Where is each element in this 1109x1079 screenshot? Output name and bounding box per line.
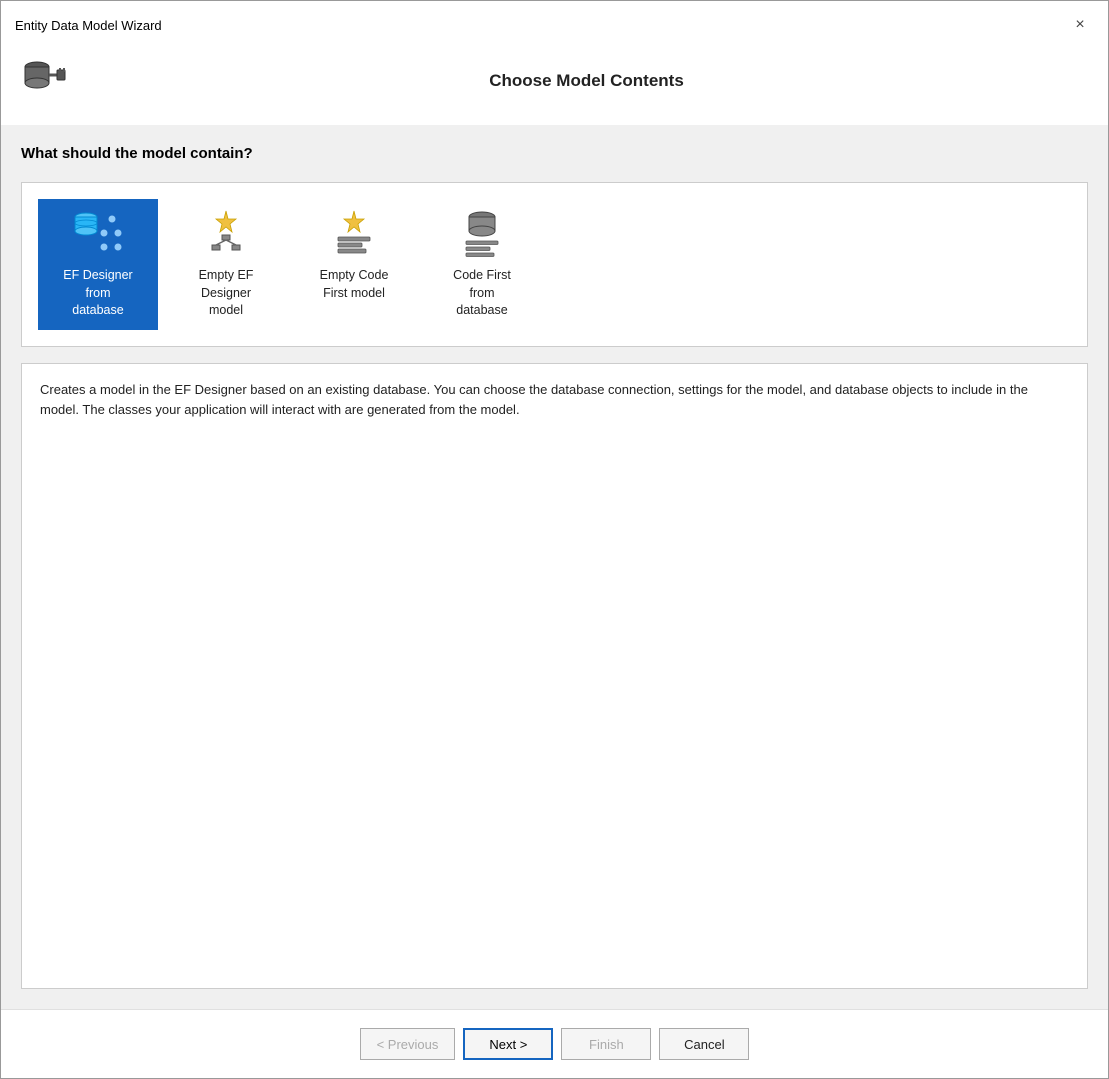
- empty-code-first-label: Empty CodeFirst model: [320, 267, 389, 302]
- cancel-button[interactable]: Cancel: [659, 1028, 749, 1060]
- main-content: What should the model contain?: [1, 125, 1108, 1009]
- next-button[interactable]: Next >: [463, 1028, 553, 1060]
- description-text: Creates a model in the EF Designer based…: [40, 380, 1069, 422]
- code-first-db-icon: [456, 209, 508, 261]
- finish-button[interactable]: Finish: [561, 1028, 651, 1060]
- empty-code-first-icon: [328, 209, 380, 261]
- empty-ef-label: Empty EFDesignermodel: [199, 267, 254, 320]
- ef-designer-db-icon: [72, 209, 124, 261]
- model-option-ef-designer-db[interactable]: EF Designerfromdatabase: [38, 199, 158, 330]
- header-section: Choose Model Contents: [1, 47, 1108, 125]
- footer: < Previous Next > Finish Cancel: [1, 1009, 1108, 1078]
- model-option-empty-ef[interactable]: Empty EFDesignermodel: [166, 199, 286, 330]
- code-first-db-label: Code Firstfromdatabase: [453, 267, 511, 320]
- ef-designer-db-label: EF Designerfromdatabase: [63, 267, 132, 320]
- empty-ef-icon: [200, 209, 252, 261]
- model-option-code-first-db[interactable]: Code Firstfromdatabase: [422, 199, 542, 330]
- description-box: Creates a model in the EF Designer based…: [21, 363, 1088, 990]
- question-label: What should the model contain?: [21, 145, 1088, 162]
- header-icon: [21, 57, 69, 105]
- previous-button[interactable]: < Previous: [360, 1028, 456, 1060]
- model-question: What should the model contain?: [21, 145, 1088, 166]
- close-button[interactable]: ×: [1066, 11, 1094, 39]
- model-option-empty-code-first[interactable]: Empty CodeFirst model: [294, 199, 414, 330]
- page-title: Choose Model Contents: [85, 71, 1088, 91]
- dialog-window: Entity Data Model Wizard × Choose Model …: [0, 0, 1109, 1079]
- model-selection-box: EF Designerfromdatabase Em: [21, 182, 1088, 347]
- title-bar: Entity Data Model Wizard ×: [1, 1, 1108, 47]
- dialog-title: Entity Data Model Wizard: [15, 18, 162, 33]
